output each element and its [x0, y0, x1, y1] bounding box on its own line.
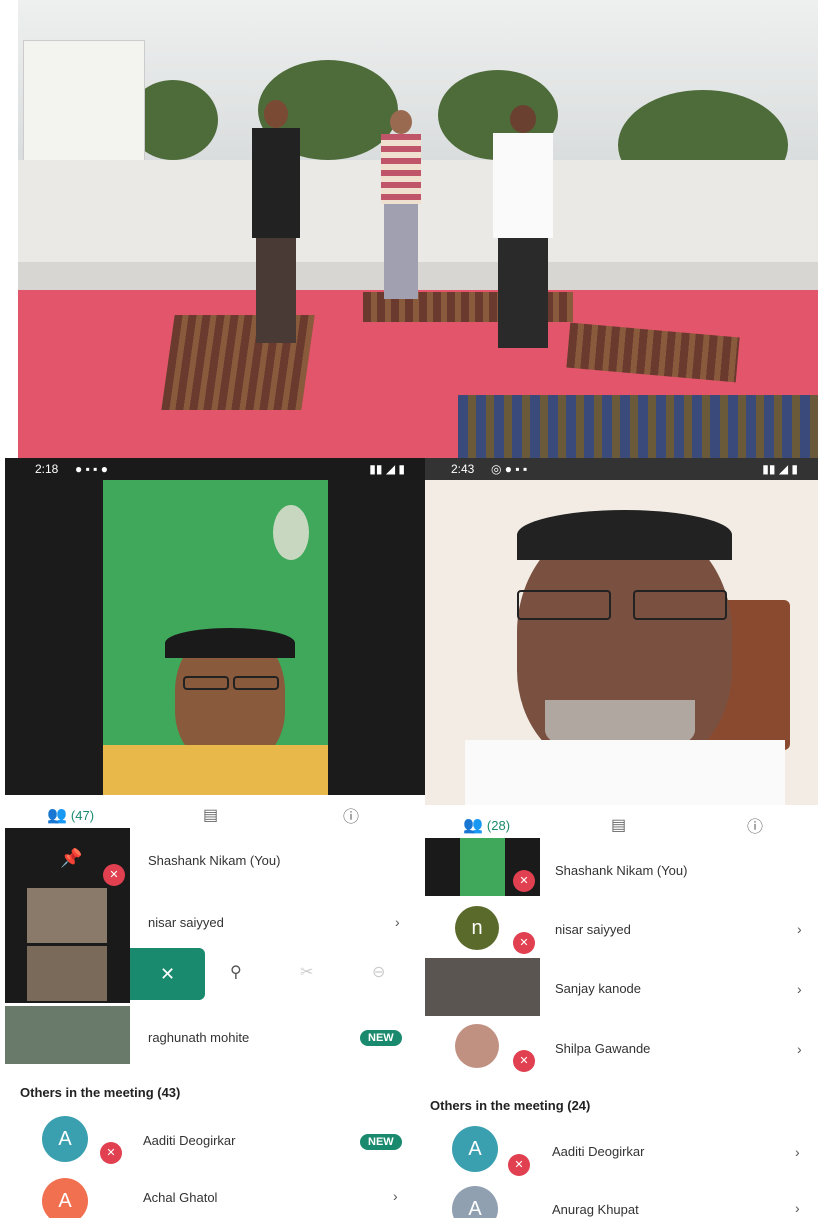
participant-name[interactable]: Sanjay kanode	[555, 981, 641, 996]
status-time: 2:18	[35, 462, 59, 476]
avatar: n	[455, 906, 499, 950]
others-section-title: Others in the meeting (24)	[430, 1098, 591, 1113]
avatar: A	[452, 1126, 498, 1172]
new-badge: NEW	[360, 1134, 402, 1150]
participant-name[interactable]: Shilpa Gawande	[555, 1041, 650, 1056]
remove-icon[interactable]: ⊖	[372, 962, 385, 982]
chevron-right-icon[interactable]: ›	[393, 1188, 398, 1204]
mic-off-icon: ✕	[513, 870, 535, 892]
mic-off-icon: ✕	[508, 1154, 530, 1176]
tab-participants[interactable]: 👥 (47)	[47, 805, 94, 825]
video-feed	[425, 480, 818, 805]
participant-name[interactable]: nisar saiyyed	[148, 915, 224, 930]
status-time: 2:43	[451, 462, 475, 476]
yoga-photo	[18, 0, 818, 458]
participant-name: Shashank Nikam (You)	[148, 853, 281, 868]
pin-icon[interactable]: ⚲	[230, 962, 242, 982]
participant-name: Shashank Nikam (You)	[555, 863, 688, 878]
status-bar: 2:43 ◎ ● ▪ ▪ ▮▮ ◢ ▮	[425, 458, 818, 480]
chevron-right-icon[interactable]: ›	[795, 1200, 800, 1216]
others-section-title: Others in the meeting (43)	[20, 1085, 181, 1100]
status-bar: 2:18 ● ▪ ▪ ● ▮▮ ◢ ▮	[5, 458, 425, 480]
video-feed	[5, 480, 425, 795]
mic-off-icon: ✕	[513, 1050, 535, 1072]
participant-name[interactable]: Aaditi Deogirkar	[552, 1144, 645, 1159]
tab-participants[interactable]: 👥 (28)	[463, 815, 510, 835]
avatar: A	[452, 1186, 498, 1218]
people-icon: 👥	[47, 807, 67, 824]
chevron-right-icon[interactable]: ›	[797, 981, 802, 997]
participant-thumb	[5, 1006, 130, 1064]
avatar: A	[42, 1178, 88, 1218]
avatar: A	[42, 1116, 88, 1162]
chat-icon[interactable]: ▤	[203, 805, 218, 825]
people-icon: 👥	[463, 817, 483, 834]
participant-name[interactable]: nisar saiyyed	[555, 922, 631, 937]
chevron-right-icon[interactable]: ›	[797, 921, 802, 937]
chat-icon[interactable]: ▤	[611, 815, 626, 835]
info-icon[interactable]: ⓘ	[343, 803, 359, 827]
right-meeting-screen: 2:43 ◎ ● ▪ ▪ ▮▮ ◢ ▮ 👥 (28) ▤ ⓘ ✕ Shashan…	[425, 458, 818, 1218]
mic-off-icon[interactable]: ✂	[300, 962, 313, 982]
mic-off-icon: ✕	[103, 864, 125, 886]
chevron-right-icon[interactable]: ›	[797, 1041, 802, 1057]
close-button[interactable]: ✕	[130, 948, 205, 1000]
chevron-right-icon[interactable]: ›	[795, 1144, 800, 1160]
swipe-actions: ✕ ⚲ ✂ ⊖	[130, 948, 425, 1000]
chevron-right-icon[interactable]: ›	[395, 914, 400, 930]
mic-off-icon: ✕	[100, 1142, 122, 1164]
participant-name[interactable]: Achal Ghatol	[143, 1190, 217, 1205]
participant-name[interactable]: raghunath mohite	[148, 1030, 249, 1045]
participant-thumb: ✕	[425, 838, 540, 896]
mic-off-icon: ✕	[513, 932, 535, 954]
participant-thumb: 📌 ✕	[5, 828, 130, 1003]
avatar	[455, 1024, 499, 1068]
left-meeting-screen: 2:18 ● ▪ ▪ ● ▮▮ ◢ ▮ 👥 (47) ▤ ⓘ 📌 ✕ Shash…	[5, 458, 425, 1218]
pin-icon: 📌	[60, 848, 83, 868]
info-icon[interactable]: ⓘ	[747, 813, 763, 837]
participant-name[interactable]: Aaditi Deogirkar	[143, 1133, 236, 1148]
participant-name[interactable]: Anurag Khupat	[552, 1202, 639, 1217]
participant-thumb	[425, 958, 540, 1016]
new-badge: NEW	[360, 1030, 402, 1046]
